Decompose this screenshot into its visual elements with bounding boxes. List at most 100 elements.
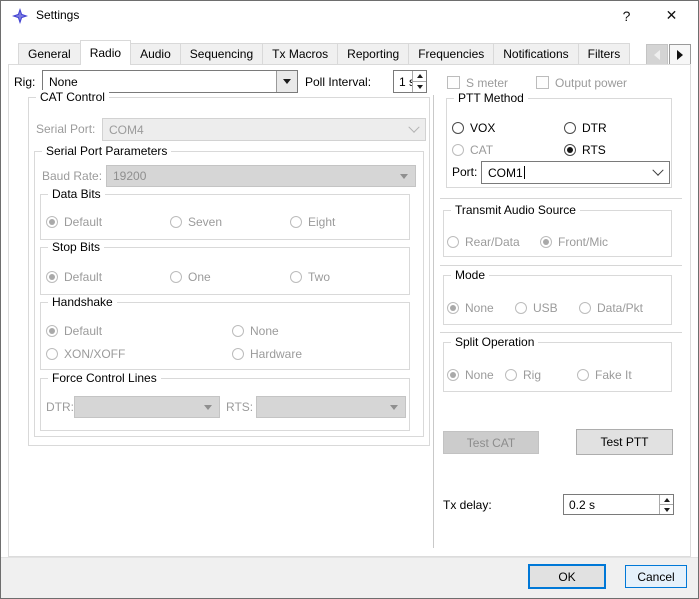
tab-sequencing[interactable]: Sequencing bbox=[179, 43, 264, 65]
tab-scroll-right-button[interactable] bbox=[669, 44, 691, 65]
rts-dropdown bbox=[383, 397, 405, 417]
chevron-down-icon bbox=[408, 121, 420, 133]
window-title: Settings bbox=[36, 8, 80, 22]
output-power-checkbox: Output power bbox=[536, 76, 627, 90]
ptt-port-value: COM1 bbox=[488, 165, 525, 180]
poll-interval-spinbox[interactable]: 1 s bbox=[393, 70, 427, 93]
radio-label: DTR bbox=[582, 120, 607, 135]
checkbox-icon bbox=[447, 76, 460, 89]
ptt-dtr-radio[interactable]: DTR bbox=[564, 120, 607, 135]
stop-bits-default-radio: Default bbox=[46, 269, 103, 284]
radio-icon bbox=[232, 324, 244, 337]
ptt-method-title: PTT Method bbox=[454, 91, 528, 106]
handshake-default-radio: Default bbox=[46, 324, 102, 338]
poll-interval-spin-buttons[interactable] bbox=[412, 71, 426, 92]
tx-delay-spinbox[interactable]: 0.2 s bbox=[563, 494, 674, 515]
serial-port-value: COM4 bbox=[109, 122, 144, 137]
tx-delay-spin-buttons[interactable] bbox=[659, 495, 673, 514]
panel-divider bbox=[433, 95, 434, 548]
radio-icon bbox=[577, 368, 589, 381]
tab-audio[interactable]: Audio bbox=[130, 43, 181, 65]
test-ptt-button[interactable]: Test PTT bbox=[576, 429, 673, 455]
handshake-hardware-radio: Hardware bbox=[232, 347, 302, 361]
checkbox-label: S meter bbox=[466, 75, 509, 90]
transmit-audio-source-group: Transmit Audio Source bbox=[443, 203, 672, 257]
radio-label: Default bbox=[64, 269, 103, 284]
tab-general[interactable]: General bbox=[18, 43, 81, 65]
radio-icon bbox=[564, 121, 576, 134]
app-icon bbox=[12, 8, 28, 24]
ptt-port-chevron[interactable] bbox=[647, 162, 669, 183]
radio-icon bbox=[290, 215, 302, 228]
ptt-port-combobox[interactable]: COM1 bbox=[481, 161, 670, 184]
serial-port-chevron bbox=[403, 119, 425, 140]
radio-label: Eight bbox=[308, 214, 336, 229]
tab-notifications[interactable]: Notifications bbox=[493, 43, 579, 65]
radio-icon bbox=[447, 301, 459, 314]
data-bits-eight-radio: Eight bbox=[290, 214, 336, 229]
audio-source-rear-radio: Rear/Data bbox=[447, 235, 520, 249]
baud-rate-dropdown bbox=[393, 166, 415, 186]
ptt-rts-radio[interactable]: RTS bbox=[564, 142, 606, 157]
radio-icon bbox=[515, 301, 527, 314]
split-none-radio: None bbox=[447, 368, 494, 382]
spin-up-icon[interactable] bbox=[413, 71, 426, 82]
cat-control-title: CAT Control bbox=[36, 90, 109, 105]
radio-icon bbox=[452, 143, 464, 156]
radio-icon bbox=[46, 270, 58, 283]
stop-bits-two-radio: Two bbox=[290, 270, 330, 284]
rig-label: Rig: bbox=[14, 75, 36, 89]
rig-dropdown-button[interactable] bbox=[276, 71, 297, 92]
mode-none-radio: None bbox=[447, 300, 494, 315]
help-button[interactable]: ? bbox=[604, 1, 649, 30]
radio-icon bbox=[447, 368, 459, 381]
tab-radio[interactable]: Radio bbox=[79, 40, 132, 65]
arrow-left-icon bbox=[654, 49, 660, 60]
tab-reporting[interactable]: Reporting bbox=[337, 43, 410, 65]
radio-label: Fake It bbox=[595, 367, 632, 382]
ok-button[interactable]: OK bbox=[528, 564, 606, 589]
handshake-none-radio: None bbox=[232, 323, 279, 338]
ptt-vox-radio[interactable]: VOX bbox=[452, 120, 496, 135]
chevron-down-icon bbox=[652, 164, 664, 176]
transmit-audio-source-title: Transmit Audio Source bbox=[451, 203, 580, 218]
spin-down-icon[interactable] bbox=[660, 505, 673, 514]
radio-label: RTS bbox=[582, 142, 606, 157]
radio-icon bbox=[46, 347, 58, 360]
radio-icon bbox=[452, 121, 464, 134]
radio-label: None bbox=[465, 300, 494, 315]
dtr-label: DTR: bbox=[46, 400, 74, 414]
data-bits-default-radio: Default bbox=[46, 215, 102, 229]
radio-label: None bbox=[250, 323, 279, 338]
radio-label: VOX bbox=[470, 120, 496, 135]
radio-label: One bbox=[188, 269, 211, 284]
titlebar: Settings ? ✕ bbox=[1, 1, 698, 30]
cancel-button[interactable]: Cancel bbox=[625, 565, 687, 588]
tab-filters[interactable]: Filters bbox=[577, 43, 631, 65]
section-separator bbox=[440, 265, 682, 266]
handshake-title: Handshake bbox=[48, 295, 117, 310]
radio-label: CAT bbox=[470, 142, 494, 157]
tab-frequencies[interactable]: Frequencies bbox=[408, 43, 495, 65]
spin-down-icon[interactable] bbox=[413, 82, 426, 92]
dtr-dropdown bbox=[197, 397, 219, 417]
radio-icon bbox=[170, 270, 182, 283]
dropdown-arrow-icon bbox=[400, 173, 408, 179]
spin-up-icon[interactable] bbox=[660, 495, 673, 505]
split-fakeit-radio: Fake It bbox=[577, 367, 632, 382]
data-bits-title: Data Bits bbox=[48, 187, 105, 202]
baud-rate-label: Baud Rate: bbox=[42, 169, 103, 183]
mode-datapkt-radio: Data/Pkt bbox=[579, 301, 643, 315]
radio-icon bbox=[290, 270, 302, 283]
serial-port-combobox: COM4 bbox=[102, 118, 426, 141]
baud-rate-value: 19200 bbox=[113, 169, 147, 183]
radio-label: Rig bbox=[523, 367, 542, 382]
mode-title: Mode bbox=[451, 268, 490, 283]
tx-delay-label: Tx delay: bbox=[443, 498, 492, 512]
serial-port-label: Serial Port: bbox=[36, 122, 96, 136]
close-button[interactable]: ✕ bbox=[649, 1, 694, 30]
dropdown-arrow-icon bbox=[390, 404, 398, 410]
ptt-cat-radio: CAT bbox=[452, 142, 494, 157]
tab-tx-macros[interactable]: Tx Macros bbox=[262, 43, 339, 65]
radio-label: Seven bbox=[188, 214, 223, 229]
